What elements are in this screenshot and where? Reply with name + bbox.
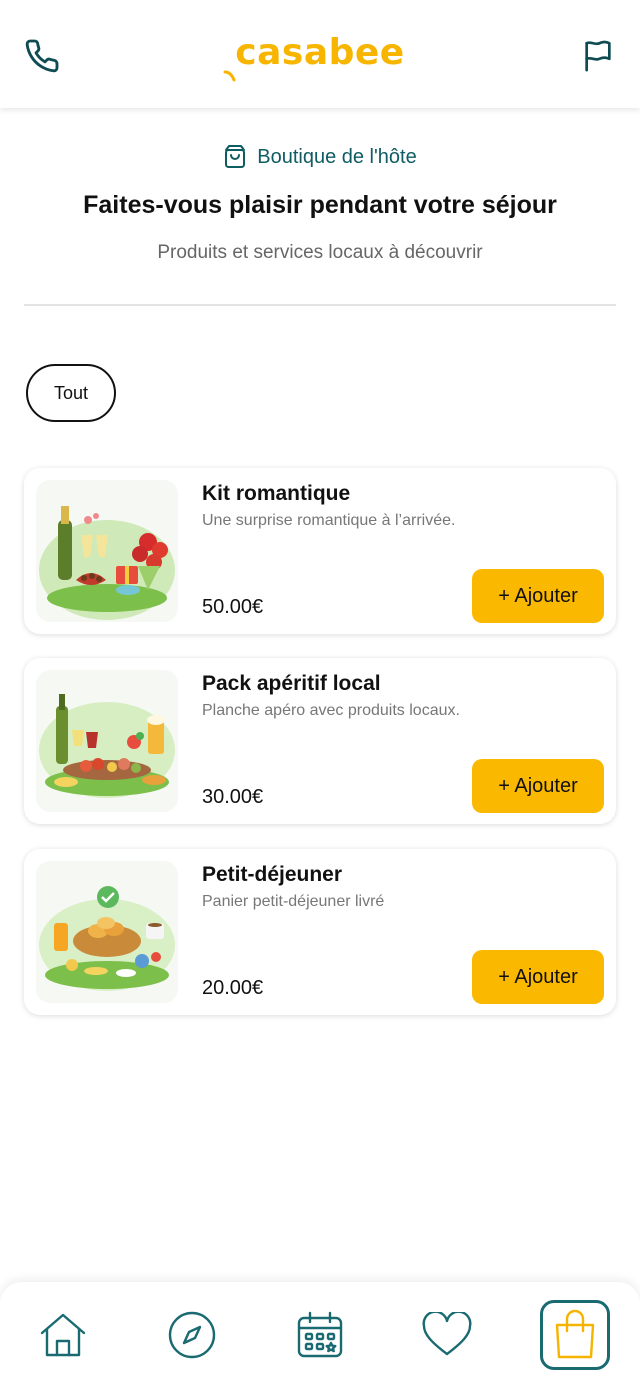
product-price: 20.00€: [202, 977, 264, 999]
product-description: Une surprise romantique à l’arrivée.: [202, 512, 456, 529]
add-to-cart-button[interactable]: + Ajouter: [472, 950, 604, 1004]
breakfast-illustration: [36, 861, 178, 1003]
nav-shop[interactable]: [540, 1300, 610, 1370]
nav-home[interactable]: [28, 1300, 98, 1370]
product-card: Petit-déjeuner Panier petit-déjeuner liv…: [24, 849, 616, 1015]
product-name: Pack apéritif local: [202, 672, 381, 695]
product-card: Pack apéritif local Planche apéro avec p…: [24, 658, 616, 824]
product-name: Kit romantique: [202, 482, 351, 505]
nav-calendar[interactable]: [285, 1300, 355, 1370]
nav-favorites[interactable]: [412, 1300, 482, 1370]
nav-explore[interactable]: [157, 1300, 227, 1370]
product-price: 50.00€: [202, 596, 264, 618]
shop-label-text: Boutique de l'hôte: [257, 145, 417, 168]
app-header: casabee: [0, 0, 640, 108]
filter-chip-all[interactable]: Tout: [26, 364, 116, 422]
shop-label: Boutique de l'hôte: [0, 144, 640, 170]
add-to-cart-button[interactable]: + Ajouter: [472, 759, 604, 813]
flag-button[interactable]: [578, 34, 618, 78]
home-icon: [40, 1313, 86, 1357]
bottom-nav: [0, 1282, 640, 1388]
product-description: Planche apéro avec produits locaux.: [202, 702, 460, 719]
calendar-icon: [297, 1311, 343, 1358]
page-subtitle: Produits et services locaux à découvrir: [157, 242, 483, 263]
flag-icon: [585, 40, 611, 72]
shopping-bag-icon: [555, 1309, 595, 1359]
logo-text: casabee: [235, 32, 405, 73]
heart-icon: [422, 1312, 472, 1356]
product-price: 30.00€: [202, 786, 264, 808]
product-card: Kit romantique Une surprise romantique à…: [24, 468, 616, 634]
romantic-kit-illustration: [36, 480, 178, 622]
shopping-bag-icon: [225, 145, 246, 168]
aperitif-pack-illustration: [36, 670, 178, 812]
section-divider: [24, 304, 616, 306]
product-name: Petit-déjeuner: [202, 863, 343, 886]
compass-icon: [168, 1311, 216, 1359]
product-description: Panier petit-déjeuner livré: [202, 893, 385, 910]
add-to-cart-button[interactable]: + Ajouter: [472, 569, 604, 623]
casabee-logo: casabee: [0, 32, 640, 82]
page-title: Faites-vous plaisir pendant votre séjour: [83, 191, 557, 219]
